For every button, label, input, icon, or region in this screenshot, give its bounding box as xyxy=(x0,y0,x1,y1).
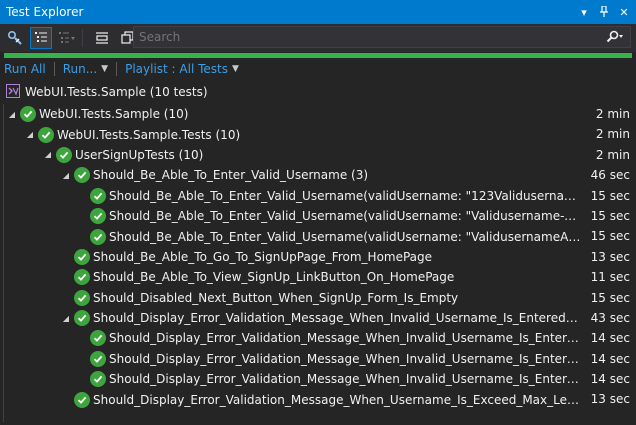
test-duration: 14 sec xyxy=(590,351,630,366)
playlist-dropdown[interactable]: Playlist : All Tests ▼ xyxy=(121,62,243,76)
test-name: Should_Display_Error_Validation_Message_… xyxy=(109,351,581,366)
expand-arrow-icon[interactable]: ◢ xyxy=(60,169,72,181)
chevron-down-icon: ▼ xyxy=(101,64,109,74)
test-name: Should_Be_Able_To_Enter_Valid_Username(v… xyxy=(109,188,581,203)
test-group-row[interactable]: ◢ Should_Be_Able_To_Enter_Valid_Username … xyxy=(0,165,636,185)
search-icon[interactable] xyxy=(600,27,630,47)
passed-check-icon xyxy=(56,146,72,163)
test-row[interactable]: Should_Be_Able_To_Enter_Valid_Username(v… xyxy=(0,226,636,246)
test-project-icon xyxy=(6,83,20,101)
test-row[interactable]: Should_Display_Error_Validation_Message_… xyxy=(0,389,636,409)
test-group-row[interactable]: ◢ Should_Display_Error_Validation_Message… xyxy=(0,308,636,328)
test-row[interactable]: Should_Display_Error_Validation_Message_… xyxy=(0,328,636,348)
passed-check-icon xyxy=(90,330,106,347)
toolbar xyxy=(0,24,636,52)
test-group-row[interactable]: ◢ WebUI.Tests.Sample.Tests (10) 2 min xyxy=(0,124,636,144)
test-tree: ◢ WebUI.Tests.Sample (10) 2 min ◢ WebUI.Test… xyxy=(0,104,636,410)
test-row[interactable]: Should_Be_Able_To_Enter_Valid_Username(v… xyxy=(0,186,636,206)
test-duration: 43 sec xyxy=(590,310,630,325)
expand-arrow-icon[interactable]: ◢ xyxy=(60,312,72,324)
test-row[interactable]: Should_Disabled_Next_Button_When_SignUp_… xyxy=(0,288,636,308)
run-label: Run... xyxy=(62,62,98,76)
expand-arrow-icon[interactable]: ◢ xyxy=(6,108,18,120)
test-duration: 2 min xyxy=(595,107,630,121)
test-name: WebUI.Tests.Sample.Tests (10) xyxy=(57,127,241,142)
test-duration: 13 sec xyxy=(590,249,630,264)
playlist-label: Playlist : All Tests xyxy=(125,62,228,76)
expand-arrow-icon[interactable]: ◢ xyxy=(42,149,54,161)
test-group-row[interactable]: ◢ WebUI.Tests.Sample (10) 2 min xyxy=(0,104,636,124)
test-run-progress-bar xyxy=(4,53,632,58)
test-name: Should_Be_Able_To_Enter_Valid_Username (… xyxy=(93,168,369,183)
test-duration: 11 sec xyxy=(590,270,630,285)
dropdown-icon[interactable]: ▾ xyxy=(576,4,592,20)
test-duration: 15 sec xyxy=(590,188,630,203)
passed-check-icon xyxy=(90,208,106,225)
sort-icon[interactable] xyxy=(56,27,78,49)
passed-check-icon xyxy=(74,167,90,184)
passed-check-icon xyxy=(74,289,90,306)
test-name: Should_Disabled_Next_Button_When_SignUp_… xyxy=(93,290,459,305)
command-bar: Run All Run... ▼ Playlist : All Tests ▼ xyxy=(0,59,636,79)
passed-check-icon xyxy=(90,228,106,245)
expand-arrow-icon[interactable]: ◢ xyxy=(24,129,36,141)
expand-all-icon[interactable] xyxy=(91,27,113,49)
passed-check-icon xyxy=(74,248,90,265)
test-name: UserSignUpTests (10) xyxy=(75,147,204,162)
test-duration: 14 sec xyxy=(590,331,630,346)
command-separator xyxy=(53,62,55,76)
close-icon[interactable]: ✕ xyxy=(616,4,632,20)
passed-check-icon xyxy=(20,106,36,123)
test-duration: 2 min xyxy=(595,147,630,162)
test-name: Should_Be_Able_To_View_SignUp_LinkButton… xyxy=(93,270,455,285)
test-row[interactable]: Should_Display_Error_Validation_Message_… xyxy=(0,369,636,389)
test-row[interactable]: Should_Display_Error_Validation_Message_… xyxy=(0,349,636,369)
passed-check-icon xyxy=(74,269,90,286)
test-name: Should_Display_Error_Validation_Message_… xyxy=(93,392,581,407)
toolbar-separator xyxy=(82,29,83,47)
passed-check-icon xyxy=(90,350,106,367)
run-all-label: Run All xyxy=(4,62,46,76)
test-duration: 15 sec xyxy=(590,229,630,244)
test-duration: 15 sec xyxy=(590,290,630,305)
passed-check-icon xyxy=(74,391,90,408)
passed-check-icon xyxy=(38,126,54,143)
chevron-down-icon: ▼ xyxy=(231,64,239,74)
test-name: WebUI.Tests.Sample (10) xyxy=(39,107,189,122)
test-name: Should_Display_Error_Validation_Message_… xyxy=(109,331,581,346)
test-name: Should_Display_Error_Validation_Message_… xyxy=(93,311,581,326)
project-header[interactable]: WebUI.Tests.Sample (10 tests) xyxy=(6,83,208,101)
test-name: Should_Display_Error_Validation_Message_… xyxy=(109,372,581,387)
test-row[interactable]: Should_Be_Able_To_Enter_Valid_Username(v… xyxy=(0,206,636,226)
test-name: Should_Be_Able_To_Enter_Valid_Username(v… xyxy=(109,209,581,224)
passed-check-icon xyxy=(90,371,106,388)
project-label: WebUI.Tests.Sample (10 tests) xyxy=(25,85,208,99)
search-input[interactable] xyxy=(134,30,600,44)
run-tests-icon[interactable] xyxy=(4,27,26,49)
test-name: Should_Be_Able_To_Go_To_SignUpPage_From_… xyxy=(93,249,433,264)
run-all-link[interactable]: Run All xyxy=(0,62,50,76)
pin-icon[interactable] xyxy=(596,4,612,20)
test-duration: 2 min xyxy=(595,127,630,142)
test-name: Should_Be_Able_To_Enter_Valid_Username(v… xyxy=(109,229,581,244)
passed-check-icon xyxy=(74,310,90,327)
test-row[interactable]: Should_Be_Able_To_Go_To_SignUpPage_From_… xyxy=(0,247,636,267)
window-title: Test Explorer xyxy=(6,5,84,19)
test-duration: 46 sec xyxy=(590,168,630,183)
test-duration: 14 sec xyxy=(590,372,630,387)
title-bar: Test Explorer ▾ ✕ xyxy=(0,0,636,24)
run-dropdown[interactable]: Run... ▼ xyxy=(59,62,112,76)
test-row[interactable]: Should_Be_Able_To_View_SignUp_LinkButton… xyxy=(0,267,636,287)
search-box[interactable] xyxy=(133,26,631,48)
command-separator xyxy=(116,62,118,76)
test-duration: 15 sec xyxy=(590,208,630,223)
passed-check-icon xyxy=(90,187,106,204)
test-duration: 13 sec xyxy=(590,392,630,407)
group-by-icon[interactable] xyxy=(30,27,52,49)
test-group-row[interactable]: ◢ UserSignUpTests (10) 2 min xyxy=(0,145,636,165)
